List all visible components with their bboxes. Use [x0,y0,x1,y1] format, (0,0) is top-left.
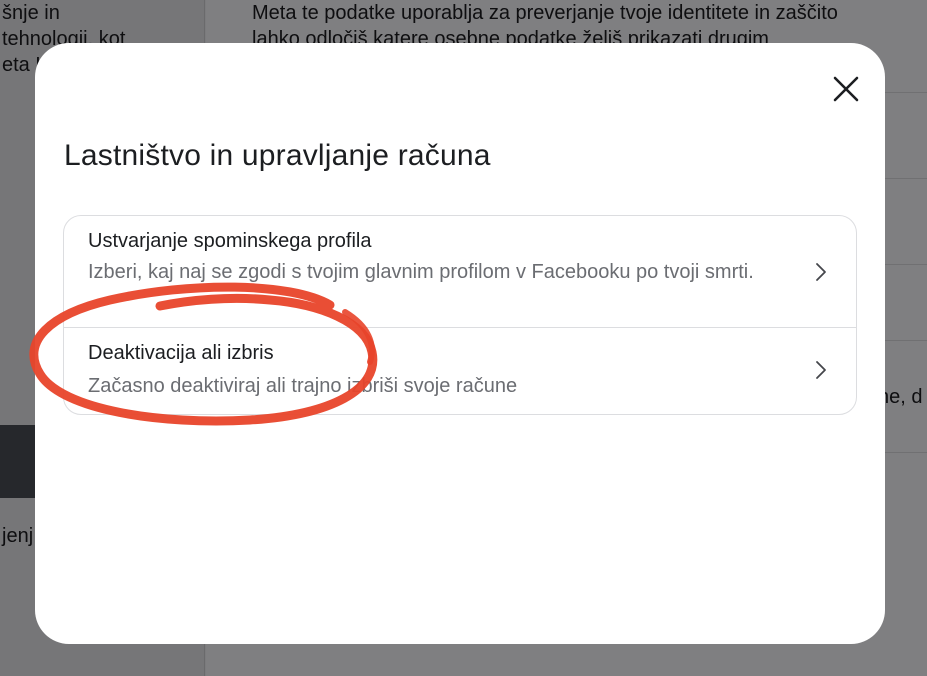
background-divider [885,340,927,341]
option-title: Deaktivacija ali izbris [88,342,274,364]
options-list: Ustvarjanje spominskega profila Izberi, … [63,215,857,415]
chevron-right-icon [816,361,826,379]
background-divider [885,178,927,179]
background-divider [885,92,927,93]
option-title: Ustvarjanje spominskega profila [88,230,372,252]
close-button[interactable] [824,67,868,111]
deactivation-deletion-option[interactable]: Deaktivacija ali izbris Začasno deaktivi… [64,328,856,414]
background-text: jenj [2,525,34,547]
option-description: Izberi, kaj naj se zgodi s tvojim glavni… [88,261,754,283]
background-text: šnje in [2,2,60,24]
account-ownership-dialog: Lastništvo in upravljanje računa Ustvarj… [35,43,885,644]
background-text: Meta te podatke uporablja za preverjanje… [252,2,838,24]
background-dark-bar [0,425,36,498]
option-description: Začasno deaktiviraj ali trajno izbriši s… [88,375,518,397]
chevron-right-icon [816,263,826,281]
memorialization-option[interactable]: Ustvarjanje spominskega profila Izberi, … [64,216,856,328]
background-divider [885,452,927,453]
close-icon [833,76,859,102]
dialog-title: Lastništvo in upravljanje računa [64,139,491,172]
background-divider [885,264,927,265]
